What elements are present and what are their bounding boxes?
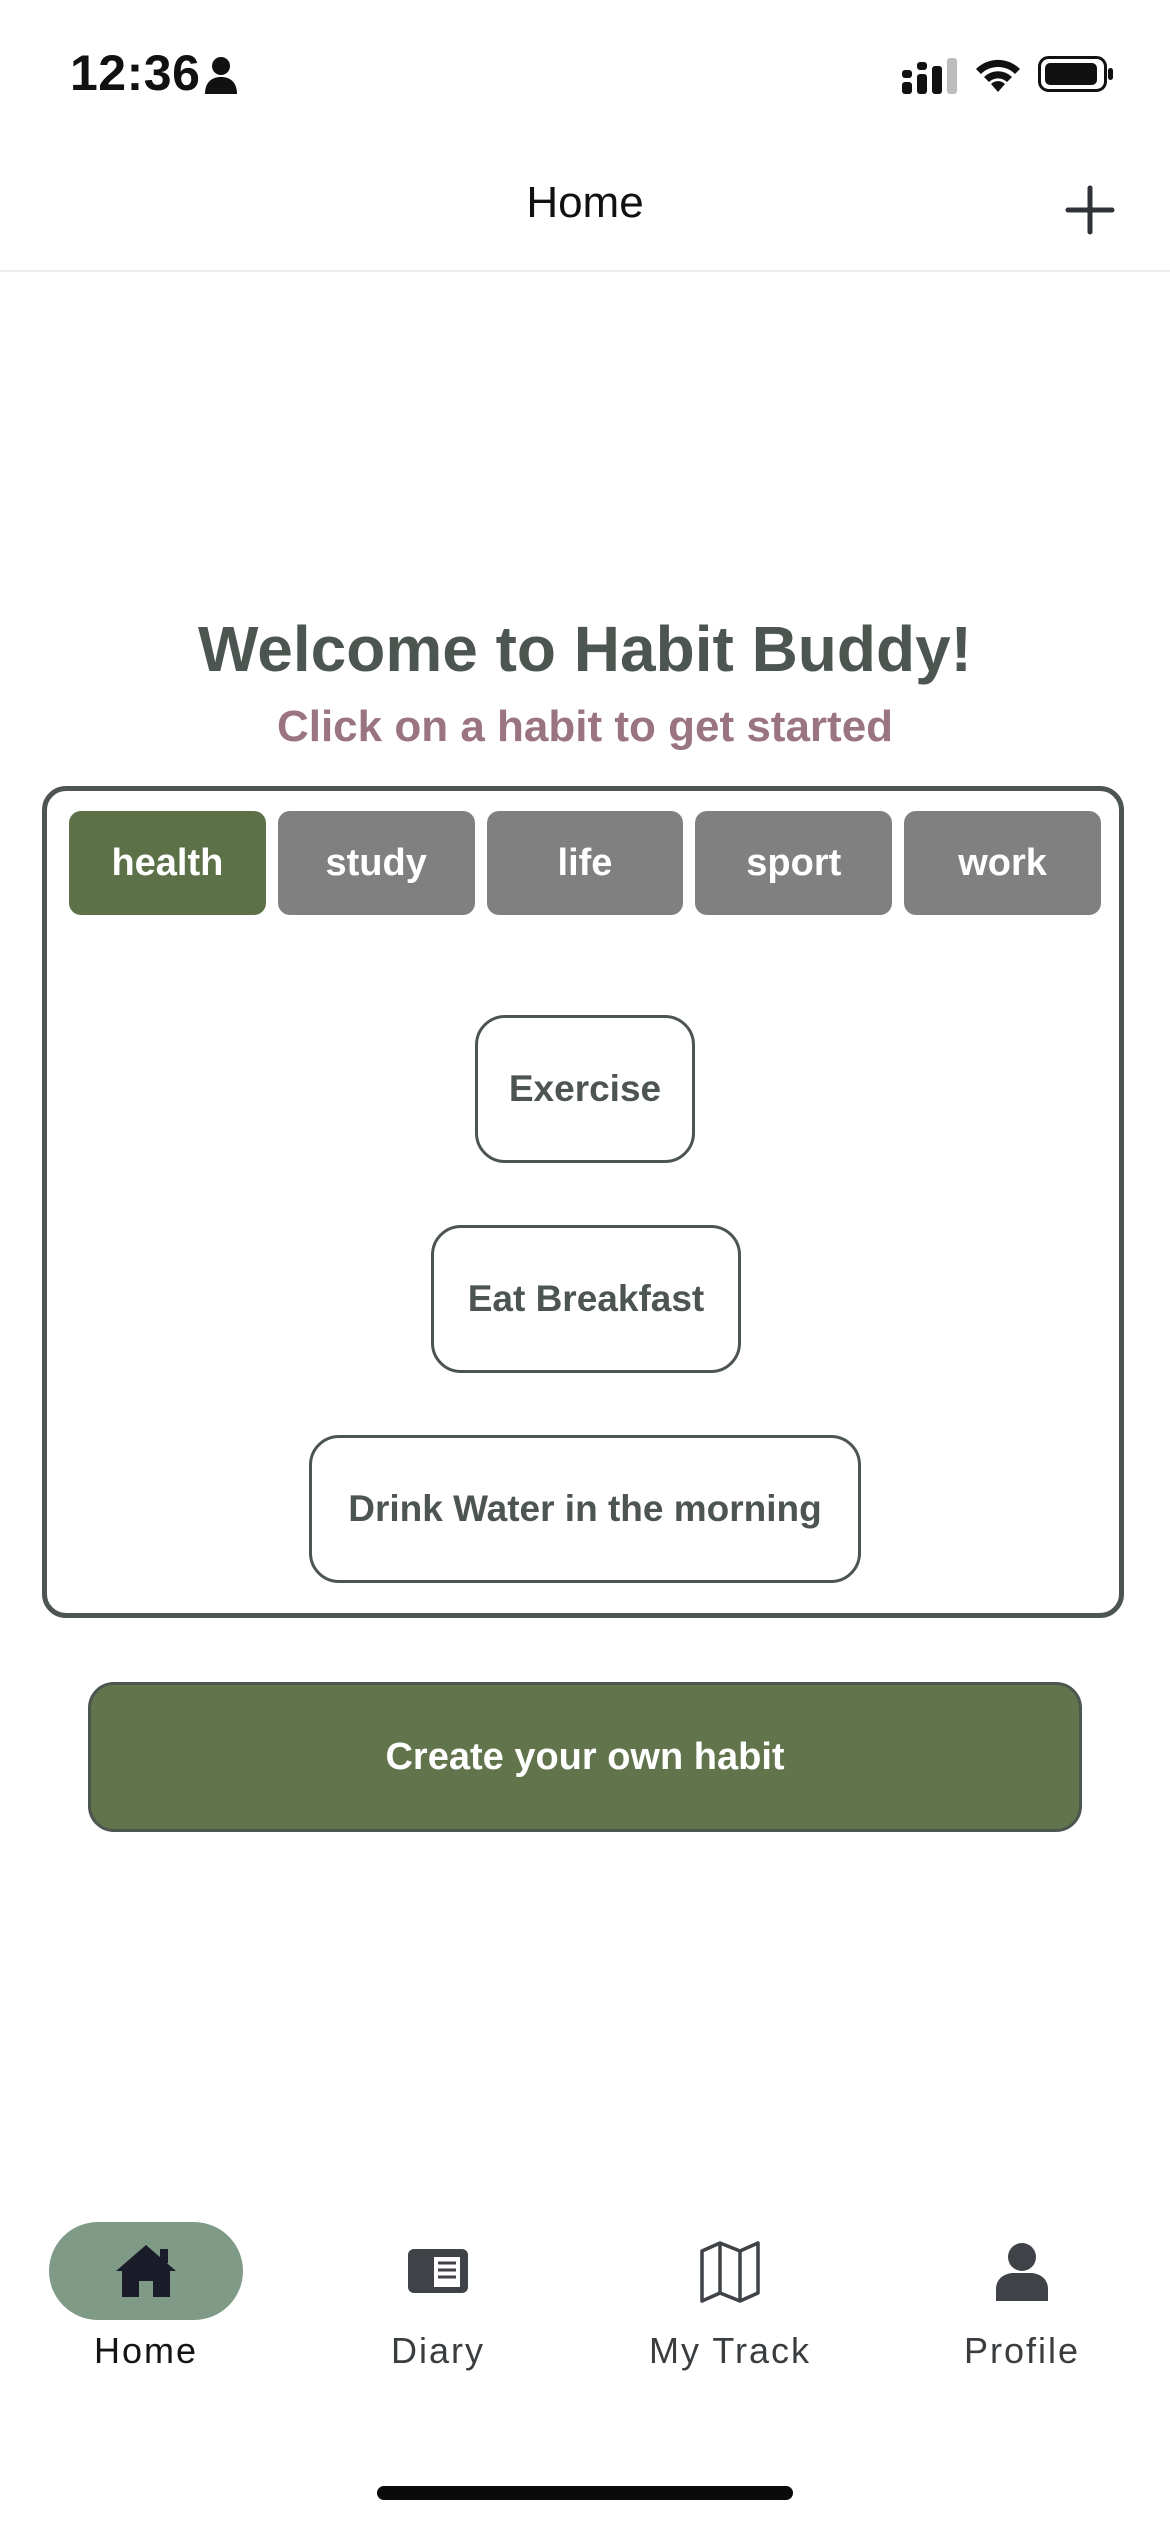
- signal-icon: [902, 58, 957, 94]
- wifi-icon: [976, 59, 1020, 92]
- tab-label-my-track: My Track: [648, 2330, 811, 2371]
- bottom-tab-bar: Home Diary My Track Profile: [0, 2200, 1170, 2420]
- user-icon: [996, 2243, 1048, 2301]
- home-indicator[interactable]: [377, 2486, 793, 2500]
- category-tab-life[interactable]: life: [486, 811, 684, 915]
- welcome-subtitle: Click on a habit to get started: [276, 702, 894, 751]
- tab-profile[interactable]: Profile: [876, 2200, 1168, 2400]
- page-title: Home: [526, 178, 644, 227]
- tab-my-track[interactable]: My Track: [584, 2200, 876, 2400]
- home-icon: [116, 2245, 176, 2297]
- tab-diary[interactable]: Diary: [292, 2200, 584, 2400]
- category-tab-study[interactable]: study: [277, 811, 475, 915]
- welcome-title: Welcome to Habit Buddy!: [198, 613, 972, 685]
- person-icon: [205, 57, 237, 94]
- tab-label-home: Home: [93, 2330, 199, 2371]
- newspaper-icon: [408, 2249, 468, 2293]
- battery-icon: [1038, 56, 1113, 92]
- category-tab-sport[interactable]: sport: [695, 811, 893, 915]
- plus-icon[interactable]: [1060, 180, 1120, 240]
- habit-option-exercise[interactable]: Exercise: [475, 1015, 695, 1163]
- tab-home[interactable]: Home: [0, 2200, 292, 2400]
- habit-option-drink-water[interactable]: Drink Water in the morning: [309, 1435, 861, 1583]
- habit-option-eat-breakfast[interactable]: Eat Breakfast: [431, 1225, 741, 1373]
- habit-panel: health study life sport work Exercise Ea…: [42, 786, 1124, 1618]
- map-icon: [700, 2241, 760, 2303]
- category-tabs: health study life sport work: [69, 811, 1101, 915]
- create-habit-button[interactable]: Create your own habit: [88, 1682, 1082, 1832]
- tab-active-pill: [49, 2222, 243, 2320]
- status-time: 12:36: [70, 45, 201, 101]
- tab-label-profile: Profile: [963, 2330, 1081, 2371]
- nav-bar: Home: [0, 140, 1170, 272]
- status-bar: 12:36: [0, 0, 1170, 140]
- category-tab-health[interactable]: health: [69, 811, 266, 915]
- tab-label-diary: Diary: [390, 2330, 485, 2371]
- category-tab-work[interactable]: work: [904, 811, 1101, 915]
